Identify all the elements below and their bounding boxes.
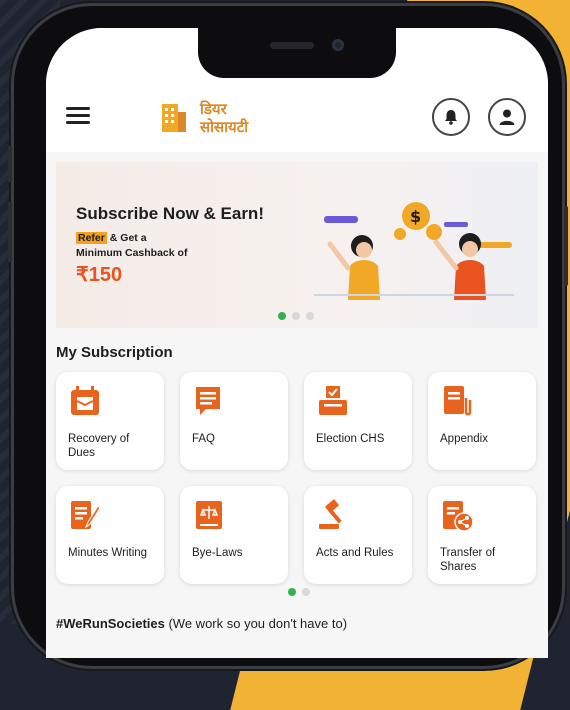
- banner-cashback-line: Minimum Cashback of: [76, 247, 188, 259]
- ballot-box-icon: [319, 386, 347, 415]
- tile-minutes-writing[interactable]: Minutes Writing: [56, 486, 164, 584]
- tile-label: Appendix: [440, 433, 488, 445]
- box-calendar-icon: [71, 386, 99, 415]
- logo-line-1: डियर: [200, 100, 227, 118]
- building-logo-icon: [146, 104, 186, 143]
- tile-label: Recovery of Dues: [68, 433, 130, 459]
- tile-label: FAQ: [192, 433, 216, 445]
- profile-button[interactable]: [488, 98, 526, 136]
- document-clip-icon: [444, 386, 472, 416]
- logo-text: डियर सोसायटी: [200, 100, 248, 136]
- tile-recovery-of-dues[interactable]: Recovery of Dues: [56, 372, 164, 470]
- svg-text:$: $: [410, 207, 421, 226]
- section-title-my-subscription: My Subscription: [56, 344, 173, 361]
- tile-acts-and-rules[interactable]: Acts and Rules: [304, 486, 412, 584]
- pagination-dot-active[interactable]: [278, 312, 286, 320]
- promo-banner[interactable]: Subscribe Now & Earn! Refer & Get a Mini…: [56, 162, 538, 328]
- phone-side-button: [564, 206, 568, 286]
- chat-list-icon: [196, 387, 220, 415]
- tile-label: Transfer of Shares: [440, 547, 496, 573]
- user-icon: [499, 109, 515, 125]
- refer-tag: Refer: [76, 232, 107, 244]
- phone-frame: डियर सोसायटी Subscribe Now & Earn! Refer…: [8, 6, 568, 666]
- tiles-pagination: [288, 588, 310, 596]
- tile-bye-laws[interactable]: Bye-Laws: [180, 486, 288, 584]
- tile-label: Acts and Rules: [316, 547, 394, 559]
- phone-speaker: [270, 42, 314, 49]
- notifications-button[interactable]: [432, 98, 470, 136]
- app-header: डियर सोसायटी: [46, 28, 548, 152]
- pagination-dot[interactable]: [306, 312, 314, 320]
- phone-side-button: [8, 146, 12, 182]
- tile-election-chs[interactable]: Election CHS: [304, 372, 412, 470]
- pagination-dot[interactable]: [302, 588, 310, 596]
- pagination-dot[interactable]: [292, 312, 300, 320]
- tile-label: Bye-Laws: [192, 547, 243, 559]
- tile-appendix[interactable]: Appendix: [428, 372, 536, 470]
- gavel-icon: [319, 499, 342, 529]
- app-screen: डियर सोसायटी Subscribe Now & Earn! Refer…: [46, 28, 548, 658]
- banner-refer-line: Refer & Get a: [76, 232, 147, 244]
- banner-line1-rest: & Get a: [106, 232, 147, 244]
- banner-pagination: [278, 312, 314, 320]
- tile-label: Election CHS: [316, 433, 385, 445]
- logo-line-2: सोसायटी: [200, 118, 249, 136]
- phone-notch: [198, 28, 396, 78]
- document-pen-icon: [71, 501, 101, 529]
- people-celebrating-illustration: $: [314, 202, 514, 300]
- banner-title: Subscribe Now & Earn!: [76, 204, 264, 223]
- tile-faq[interactable]: FAQ: [180, 372, 288, 470]
- document-share-icon: [443, 501, 474, 532]
- pagination-dot-active[interactable]: [288, 588, 296, 596]
- phone-side-button: [8, 202, 12, 262]
- banner-amount: ₹150: [76, 264, 123, 286]
- tile-label: Minutes Writing: [68, 547, 148, 559]
- tile-transfer-of-shares[interactable]: Transfer of Shares: [428, 486, 536, 584]
- phone-camera: [332, 39, 344, 51]
- hamburger-menu-icon[interactable]: [66, 107, 90, 127]
- app-logo: डियर सोसायटी: [140, 94, 270, 143]
- bell-icon: [445, 110, 457, 125]
- law-book-icon: [196, 501, 222, 529]
